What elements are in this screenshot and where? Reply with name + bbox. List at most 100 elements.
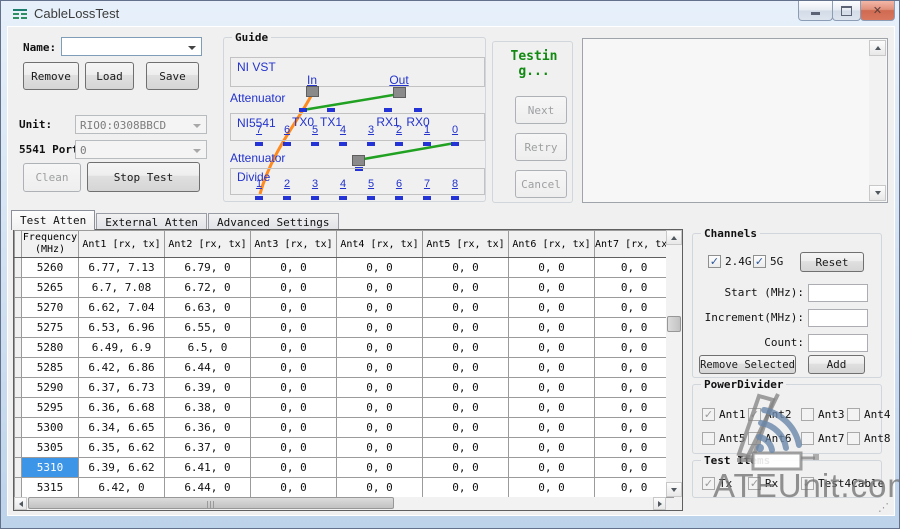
value-cell[interactable]: 0, 0 bbox=[595, 418, 674, 438]
value-cell[interactable]: 0, 0 bbox=[337, 298, 423, 318]
value-cell[interactable]: 0, 0 bbox=[423, 398, 509, 418]
remove-button[interactable]: Remove bbox=[23, 62, 79, 90]
checkbox-rx[interactable]: ✓Rx bbox=[748, 476, 778, 490]
port-0[interactable]: 0 bbox=[441, 124, 469, 136]
value-cell[interactable]: 0, 0 bbox=[423, 258, 509, 278]
value-cell[interactable]: 0, 0 bbox=[251, 278, 337, 298]
value-cell[interactable]: 0, 0 bbox=[423, 278, 509, 298]
value-cell[interactable]: 0, 0 bbox=[337, 258, 423, 278]
frequency-cell[interactable]: 5305 bbox=[22, 438, 79, 458]
checkbox-2-4g[interactable]: ✓2.4G bbox=[708, 254, 752, 268]
value-cell[interactable]: 0, 0 bbox=[337, 418, 423, 438]
value-cell[interactable]: 0, 0 bbox=[509, 378, 595, 398]
value-cell[interactable]: 0, 0 bbox=[251, 258, 337, 278]
frequency-cell[interactable]: 5285 bbox=[22, 358, 79, 378]
value-cell[interactable]: 6.36, 0 bbox=[165, 418, 251, 438]
value-cell[interactable]: 0, 0 bbox=[423, 478, 509, 498]
value-cell[interactable]: 0, 0 bbox=[337, 398, 423, 418]
frequency-cell[interactable]: 5310 bbox=[22, 458, 79, 478]
checkbox-ant2[interactable]: ✓Ant2 bbox=[748, 407, 792, 421]
value-cell[interactable]: 0, 0 bbox=[337, 438, 423, 458]
port-4[interactable]: 4 bbox=[329, 178, 357, 190]
value-cell[interactable]: 0, 0 bbox=[251, 418, 337, 438]
scroll-right-button[interactable] bbox=[653, 497, 666, 510]
port-combobox[interactable]: 0 bbox=[75, 140, 207, 159]
checkbox-ant3[interactable]: Ant3 bbox=[801, 407, 845, 421]
port-5[interactable]: 5 bbox=[357, 178, 385, 190]
count-input[interactable] bbox=[808, 334, 868, 352]
remove-selected-button[interactable]: Remove Selected bbox=[699, 355, 796, 374]
value-cell[interactable]: 6.7, 7.08 bbox=[79, 278, 165, 298]
value-cell[interactable]: 0, 0 bbox=[595, 378, 674, 398]
value-cell[interactable]: 0, 0 bbox=[423, 458, 509, 478]
value-cell[interactable]: 6.49, 6.9 bbox=[79, 338, 165, 358]
retry-button[interactable]: Retry bbox=[515, 133, 567, 161]
frequency-cell[interactable]: 5265 bbox=[22, 278, 79, 298]
cancel-button[interactable]: Cancel bbox=[515, 170, 567, 198]
value-cell[interactable]: 0, 0 bbox=[595, 458, 674, 478]
value-cell[interactable]: 0, 0 bbox=[251, 438, 337, 458]
value-cell[interactable]: 0, 0 bbox=[337, 338, 423, 358]
frequency-cell[interactable]: 5290 bbox=[22, 378, 79, 398]
port-7[interactable]: 7 bbox=[245, 124, 273, 136]
value-cell[interactable]: 0, 0 bbox=[423, 298, 509, 318]
value-cell[interactable]: 0, 0 bbox=[251, 478, 337, 498]
tab-external-atten[interactable]: External Atten bbox=[96, 213, 207, 230]
value-cell[interactable]: 0, 0 bbox=[251, 318, 337, 338]
row-header[interactable] bbox=[15, 278, 22, 298]
row-header[interactable] bbox=[15, 338, 22, 358]
value-cell[interactable]: 0, 0 bbox=[595, 398, 674, 418]
port-8[interactable]: 8 bbox=[441, 178, 469, 190]
port-6[interactable]: 6 bbox=[385, 178, 413, 190]
checkbox-ant1[interactable]: ✓Ant1 bbox=[702, 407, 746, 421]
value-cell[interactable]: 0, 0 bbox=[423, 378, 509, 398]
value-cell[interactable]: 0, 0 bbox=[595, 338, 674, 358]
port-7[interactable]: 7 bbox=[413, 178, 441, 190]
value-cell[interactable]: 6.35, 6.62 bbox=[79, 438, 165, 458]
value-cell[interactable]: 0, 0 bbox=[337, 478, 423, 498]
in-port-label[interactable]: In bbox=[298, 73, 326, 87]
tab-advanced-settings[interactable]: Advanced Settings bbox=[208, 213, 339, 230]
port-3[interactable]: 3 bbox=[301, 178, 329, 190]
value-cell[interactable]: 0, 0 bbox=[595, 258, 674, 278]
value-cell[interactable]: 0, 0 bbox=[423, 338, 509, 358]
value-cell[interactable]: 0, 0 bbox=[337, 378, 423, 398]
title-bar[interactable]: CableLossTest ✕ bbox=[1, 1, 899, 27]
port-5[interactable]: 5 bbox=[301, 124, 329, 136]
value-cell[interactable]: 0, 0 bbox=[251, 338, 337, 358]
row-header[interactable] bbox=[15, 478, 22, 498]
reset-button[interactable]: Reset bbox=[800, 252, 864, 272]
hscroll-thumb[interactable] bbox=[28, 497, 394, 509]
value-cell[interactable]: 0, 0 bbox=[509, 438, 595, 458]
row-header[interactable] bbox=[15, 438, 22, 458]
checkbox-ant7[interactable]: Ant7 bbox=[801, 431, 845, 445]
value-cell[interactable]: 0, 0 bbox=[509, 298, 595, 318]
port-2[interactable]: 2 bbox=[385, 124, 413, 136]
value-cell[interactable]: 6.53, 6.96 bbox=[79, 318, 165, 338]
port-6[interactable]: 6 bbox=[273, 124, 301, 136]
value-cell[interactable]: 6.42, 6.86 bbox=[79, 358, 165, 378]
port-1[interactable]: 1 bbox=[413, 124, 441, 136]
value-cell[interactable]: 6.44, 0 bbox=[165, 478, 251, 498]
value-cell[interactable]: 6.37, 0 bbox=[165, 438, 251, 458]
value-cell[interactable]: 6.72, 0 bbox=[165, 278, 251, 298]
value-cell[interactable]: 0, 0 bbox=[423, 438, 509, 458]
load-button[interactable]: Load bbox=[85, 62, 134, 90]
checkbox-ant5[interactable]: Ant5 bbox=[702, 431, 746, 445]
column-header-ant5[interactable]: Ant5 [rx, tx] bbox=[423, 231, 509, 258]
column-header-ant2[interactable]: Ant2 [rx, tx] bbox=[165, 231, 251, 258]
value-cell[interactable]: 0, 0 bbox=[509, 338, 595, 358]
value-cell[interactable]: 6.39, 0 bbox=[165, 378, 251, 398]
value-cell[interactable]: 0, 0 bbox=[509, 398, 595, 418]
row-header[interactable] bbox=[15, 258, 22, 278]
frequency-cell[interactable]: 5260 bbox=[22, 258, 79, 278]
next-button[interactable]: Next bbox=[515, 96, 567, 124]
row-header[interactable] bbox=[15, 418, 22, 438]
frequency-cell[interactable]: 5300 bbox=[22, 418, 79, 438]
value-cell[interactable]: 6.77, 7.13 bbox=[79, 258, 165, 278]
save-button[interactable]: Save bbox=[146, 62, 199, 90]
value-cell[interactable]: 0, 0 bbox=[509, 258, 595, 278]
value-cell[interactable]: 0, 0 bbox=[251, 458, 337, 478]
value-cell[interactable]: 0, 0 bbox=[337, 318, 423, 338]
row-header[interactable] bbox=[15, 318, 22, 338]
